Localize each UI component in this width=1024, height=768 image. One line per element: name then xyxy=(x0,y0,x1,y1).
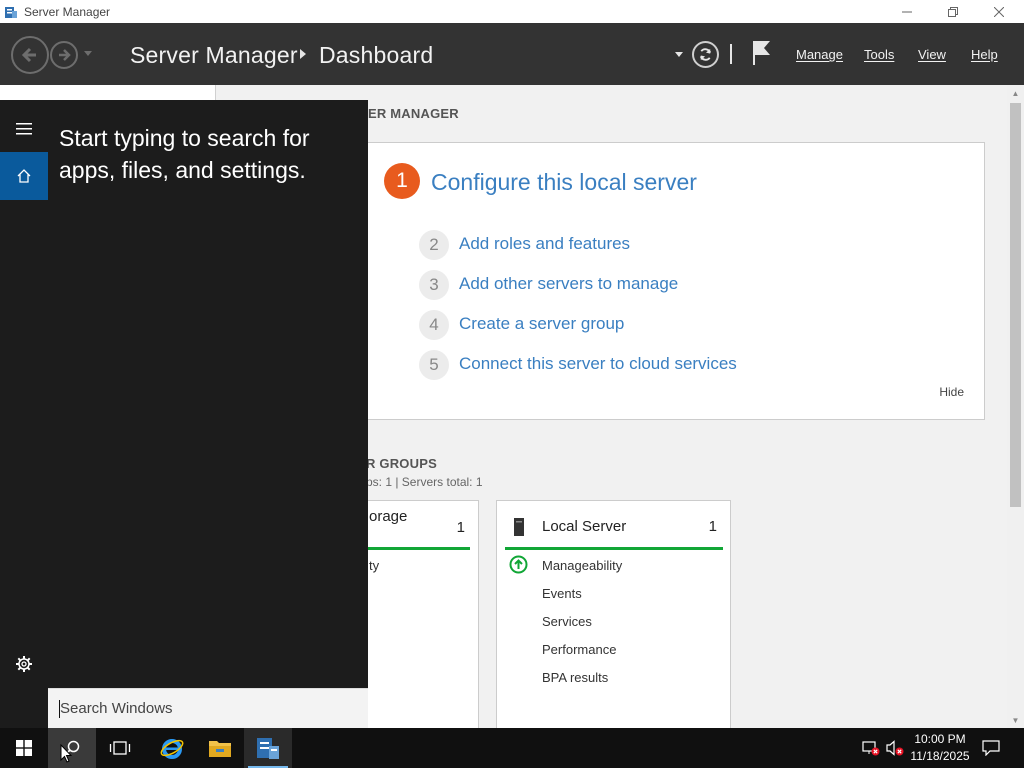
start-search-panel: Start typing to search for apps, files, … xyxy=(0,100,368,728)
breadcrumb-app: Server Manager xyxy=(130,42,298,68)
manageability-ok-icon xyxy=(509,555,528,574)
task-view-button[interactable] xyxy=(96,728,144,768)
restore-button[interactable] xyxy=(930,0,976,23)
notifications-flag-icon[interactable] xyxy=(752,40,772,65)
scroll-thumb[interactable] xyxy=(1010,103,1021,507)
tile-item-performance[interactable]: Performance xyxy=(542,642,616,657)
windows-logo-icon xyxy=(16,740,32,756)
window-title: Server Manager xyxy=(24,4,111,19)
breadcrumb-page: Dashboard xyxy=(319,42,434,68)
welcome-section-title: ER MANAGER xyxy=(368,106,459,121)
server-manager-app-icon xyxy=(5,6,17,18)
minimize-button[interactable] xyxy=(884,0,930,23)
window-titlebar: Server Manager xyxy=(0,0,1024,23)
server-groups-title: R GROUPS xyxy=(366,456,437,471)
start-button[interactable] xyxy=(0,728,48,768)
internet-explorer-icon xyxy=(160,739,184,759)
breadcrumb-separator-icon xyxy=(300,49,306,59)
step-2-badge: 2 xyxy=(419,230,449,260)
server-manager-taskbar-icon xyxy=(257,738,279,759)
menu-view[interactable]: View xyxy=(918,47,946,62)
scroll-down-icon[interactable]: ▼ xyxy=(1007,712,1024,728)
close-icon xyxy=(994,6,1004,17)
connect-cloud-services-link[interactable]: Connect this server to cloud services xyxy=(459,354,737,374)
step-4-badge: 4 xyxy=(419,310,449,340)
back-arrow-icon xyxy=(21,47,36,63)
clock-date[interactable]: 11/18/2025 xyxy=(906,749,974,763)
tile-title: orage xyxy=(369,508,408,525)
tile-count: 1 xyxy=(708,518,717,535)
refresh-dropdown-icon[interactable] xyxy=(675,52,683,58)
scroll-up-icon[interactable]: ▲ xyxy=(1007,85,1024,101)
network-disconnected-icon[interactable] xyxy=(862,740,880,756)
tile-item-bpa-results[interactable]: BPA results xyxy=(542,670,608,685)
server-manager-header: Server Manager Dashboard Manage Tools Vi… xyxy=(0,23,1024,85)
home-button[interactable] xyxy=(0,152,48,200)
search-taskbar-button[interactable] xyxy=(48,728,96,768)
hide-link[interactable]: Hide xyxy=(939,385,964,399)
vertical-scrollbar[interactable]: ▲ ▼ xyxy=(1007,85,1024,728)
volume-muted-icon[interactable] xyxy=(886,740,904,756)
back-button[interactable] xyxy=(11,36,49,74)
internet-explorer-button[interactable] xyxy=(148,728,196,768)
server-icon xyxy=(514,518,524,536)
clock-time[interactable]: 10:00 PM xyxy=(906,732,974,746)
tile-item-events[interactable]: Events xyxy=(542,586,582,601)
tile-item-services[interactable]: Services xyxy=(542,614,592,629)
local-server-tile[interactable]: Local Server 1 Manageability Events Serv… xyxy=(496,500,731,730)
forward-arrow-icon xyxy=(59,49,71,61)
quick-start-panel: 1 Configure this local server 2 Add role… xyxy=(350,142,985,420)
close-button[interactable] xyxy=(976,0,1022,23)
refresh-icon xyxy=(699,48,712,61)
menu-manage[interactable]: Manage xyxy=(796,47,843,62)
configure-local-server-link[interactable]: Configure this local server xyxy=(431,169,697,196)
step-1-badge: 1 xyxy=(384,163,420,199)
search-hint-text: Start typing to search for apps, files, … xyxy=(59,125,310,183)
step-3-badge: 3 xyxy=(419,270,449,300)
minimize-icon xyxy=(902,11,912,12)
file-explorer-folder-icon xyxy=(209,741,231,757)
server-manager-taskbar-button[interactable] xyxy=(244,728,292,768)
create-server-group-link[interactable]: Create a server group xyxy=(459,314,624,334)
task-view-icon xyxy=(109,741,131,755)
tile-status-bar xyxy=(505,547,723,550)
server-groups-summary: ps: 1 | Servers total: 1 xyxy=(366,475,483,489)
add-other-servers-link[interactable]: Add other servers to manage xyxy=(459,274,678,294)
tile-count: 1 xyxy=(456,519,465,536)
home-icon xyxy=(17,169,31,183)
settings-gear-icon[interactable] xyxy=(15,655,33,673)
mouse-cursor-icon xyxy=(60,744,72,763)
menu-help[interactable]: Help xyxy=(971,47,998,62)
refresh-button[interactable] xyxy=(692,41,719,68)
tile-title: Local Server xyxy=(542,518,627,535)
taskbar: 10:00 PM 11/18/2025 xyxy=(0,728,1024,768)
search-windows-input[interactable]: Search Windows xyxy=(48,688,368,728)
tile-item-manageability[interactable]: Manageability xyxy=(542,558,622,573)
restore-icon xyxy=(948,6,958,17)
history-dropdown-icon[interactable] xyxy=(84,51,92,57)
menu-tools[interactable]: Tools xyxy=(864,47,894,62)
start-rail xyxy=(0,100,48,728)
hamburger-menu-icon[interactable] xyxy=(16,123,32,135)
forward-button[interactable] xyxy=(50,41,78,69)
add-roles-features-link[interactable]: Add roles and features xyxy=(459,234,630,254)
header-divider xyxy=(730,44,732,64)
step-5-badge: 5 xyxy=(419,350,449,380)
file-explorer-button[interactable] xyxy=(196,728,244,768)
search-placeholder: Search Windows xyxy=(60,700,173,717)
action-center-icon[interactable] xyxy=(982,740,1000,756)
tile-item[interactable]: ty xyxy=(369,558,379,573)
